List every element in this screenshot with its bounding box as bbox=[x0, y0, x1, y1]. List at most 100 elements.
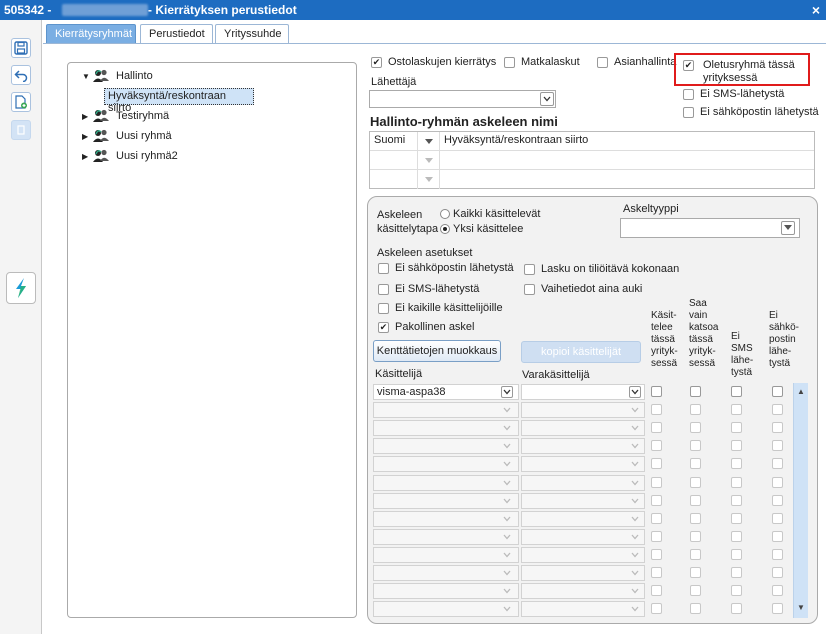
setting-ei-sahkoposti[interactable]: Ei sähköpostin lähetystä bbox=[378, 262, 514, 274]
view-only-checkbox[interactable] bbox=[690, 548, 701, 560]
back-button[interactable] bbox=[11, 65, 31, 85]
handler-cell[interactable] bbox=[373, 601, 519, 618]
handler-cell[interactable]: visma-aspa38 bbox=[373, 384, 519, 400]
backup-cell[interactable] bbox=[521, 384, 645, 400]
handles-here-checkbox[interactable] bbox=[651, 494, 662, 506]
setting-pakollinen[interactable]: ✔ Pakollinen askel bbox=[378, 321, 475, 333]
backup-cell[interactable] bbox=[521, 438, 645, 455]
caret-right-icon[interactable]: ▶ bbox=[82, 112, 90, 121]
step-name-cell[interactable]: Hyväksyntä/reskontraan siirto bbox=[440, 132, 592, 151]
oletusryhma-checkbox[interactable]: ✔ bbox=[683, 60, 694, 71]
chevron-down-icon[interactable] bbox=[629, 567, 641, 579]
handles-here-checkbox[interactable] bbox=[651, 603, 662, 615]
handler-cell[interactable] bbox=[373, 438, 519, 455]
view-only-checkbox[interactable] bbox=[690, 530, 701, 542]
language-cell[interactable] bbox=[370, 151, 418, 170]
backup-cell[interactable] bbox=[521, 528, 645, 545]
chevron-down-icon[interactable] bbox=[629, 513, 641, 525]
no-email-checkbox[interactable] bbox=[772, 603, 783, 615]
view-only-checkbox[interactable] bbox=[690, 603, 701, 615]
chevron-down-icon[interactable] bbox=[501, 422, 513, 434]
checkbox-unchecked[interactable] bbox=[504, 56, 515, 68]
no-sms-checkbox[interactable] bbox=[731, 440, 742, 452]
chevron-down-icon[interactable] bbox=[629, 386, 641, 398]
setting-lasku-tiliointi[interactable]: Lasku on tiliöitävä kokonaan bbox=[524, 263, 679, 275]
setting-vaihetiedot[interactable]: Vaihetiedot aina auki bbox=[524, 283, 642, 295]
chevron-down-icon[interactable] bbox=[781, 221, 795, 235]
checkbox-unchecked[interactable] bbox=[597, 56, 608, 68]
tree-node-uusi-ryhma2[interactable]: ▶ Uusi ryhmä2 bbox=[82, 148, 178, 164]
view-only-checkbox[interactable] bbox=[690, 458, 701, 470]
backup-cell[interactable] bbox=[521, 420, 645, 437]
checkbox-unchecked[interactable] bbox=[683, 106, 694, 118]
radio-on[interactable] bbox=[440, 224, 450, 234]
caret-right-icon[interactable]: ▶ bbox=[82, 152, 90, 161]
caret-down-icon[interactable]: ▼ bbox=[82, 72, 90, 81]
backup-cell[interactable] bbox=[521, 456, 645, 473]
handles-here-checkbox[interactable] bbox=[651, 440, 662, 452]
backup-cell[interactable] bbox=[521, 402, 645, 419]
no-sms-checkbox[interactable] bbox=[731, 512, 742, 524]
no-sms-checkbox[interactable] bbox=[731, 386, 742, 397]
no-email-checkbox[interactable] bbox=[772, 422, 783, 434]
chevron-down-icon[interactable] bbox=[501, 585, 513, 597]
view-only-checkbox[interactable] bbox=[690, 386, 701, 397]
app-logo[interactable] bbox=[6, 272, 36, 304]
chevron-down-icon[interactable] bbox=[629, 603, 641, 615]
checkbox-unchecked[interactable] bbox=[378, 302, 389, 314]
handles-here-checkbox[interactable] bbox=[651, 548, 662, 560]
handler-cell[interactable] bbox=[373, 583, 519, 600]
backup-cell[interactable] bbox=[521, 510, 645, 527]
backup-cell[interactable] bbox=[521, 546, 645, 563]
asianhallinta-checkbox[interactable]: Asianhallinta bbox=[597, 56, 676, 68]
chevron-down-icon[interactable] bbox=[501, 477, 513, 489]
handler-cell[interactable] bbox=[373, 456, 519, 473]
chevron-down-icon[interactable] bbox=[629, 549, 641, 561]
view-only-checkbox[interactable] bbox=[690, 494, 701, 506]
chevron-down-icon[interactable] bbox=[629, 531, 641, 543]
chevron-down-icon[interactable] bbox=[501, 603, 513, 615]
no-email-checkbox[interactable] bbox=[772, 530, 783, 542]
no-sms-checkbox[interactable] bbox=[731, 585, 742, 597]
no-sms-checkbox[interactable] bbox=[731, 494, 742, 506]
chevron-down-icon[interactable] bbox=[501, 513, 513, 525]
tab-kierratysryhmat[interactable]: Kierrätysryhmät bbox=[46, 24, 136, 44]
handles-here-checkbox[interactable] bbox=[651, 585, 662, 597]
no-email-checkbox[interactable] bbox=[772, 476, 783, 488]
language-dropdown[interactable] bbox=[418, 132, 440, 151]
handles-here-checkbox[interactable] bbox=[651, 476, 662, 488]
setting-ei-kaikille[interactable]: Ei kaikille käsittelijöille bbox=[378, 302, 503, 314]
tab-yrityssuhde[interactable]: Yrityssuhde bbox=[215, 24, 289, 44]
checkbox-unchecked[interactable] bbox=[524, 283, 535, 295]
handler-cell[interactable] bbox=[373, 528, 519, 545]
radio-off[interactable] bbox=[440, 209, 450, 219]
checkbox-unchecked[interactable] bbox=[378, 283, 389, 295]
no-email-checkbox[interactable] bbox=[772, 458, 783, 470]
handler-cell[interactable] bbox=[373, 420, 519, 437]
backup-cell[interactable] bbox=[521, 601, 645, 618]
chevron-down-icon[interactable] bbox=[629, 495, 641, 507]
chevron-down-icon[interactable] bbox=[501, 567, 513, 579]
no-email-checkbox[interactable] bbox=[772, 548, 783, 560]
handles-here-checkbox[interactable] bbox=[651, 512, 662, 524]
matkalaskut-checkbox[interactable]: Matkalaskut bbox=[504, 56, 580, 68]
handler-cell[interactable] bbox=[373, 402, 519, 419]
group-tree[interactable] bbox=[67, 62, 357, 618]
handler-cell[interactable] bbox=[373, 565, 519, 581]
chevron-down-icon[interactable] bbox=[629, 585, 641, 597]
view-only-checkbox[interactable] bbox=[690, 440, 701, 452]
chevron-down-icon[interactable] bbox=[501, 549, 513, 561]
scroll-down-icon[interactable]: ▼ bbox=[797, 603, 805, 612]
handles-here-checkbox[interactable] bbox=[651, 404, 662, 416]
no-email-checkbox[interactable] bbox=[772, 386, 783, 397]
chevron-down-icon[interactable] bbox=[629, 477, 641, 489]
radio-yksi[interactable]: Yksi käsittelee bbox=[440, 223, 523, 235]
view-only-checkbox[interactable] bbox=[690, 476, 701, 488]
caret-right-icon[interactable]: ▶ bbox=[82, 132, 90, 141]
backup-cell[interactable] bbox=[521, 492, 645, 509]
new-document-button[interactable] bbox=[11, 92, 31, 112]
ei-sms-checkbox[interactable]: Ei SMS-lähetystä bbox=[683, 88, 784, 100]
no-email-checkbox[interactable] bbox=[772, 512, 783, 524]
view-only-checkbox[interactable] bbox=[690, 585, 701, 597]
no-sms-checkbox[interactable] bbox=[731, 422, 742, 434]
